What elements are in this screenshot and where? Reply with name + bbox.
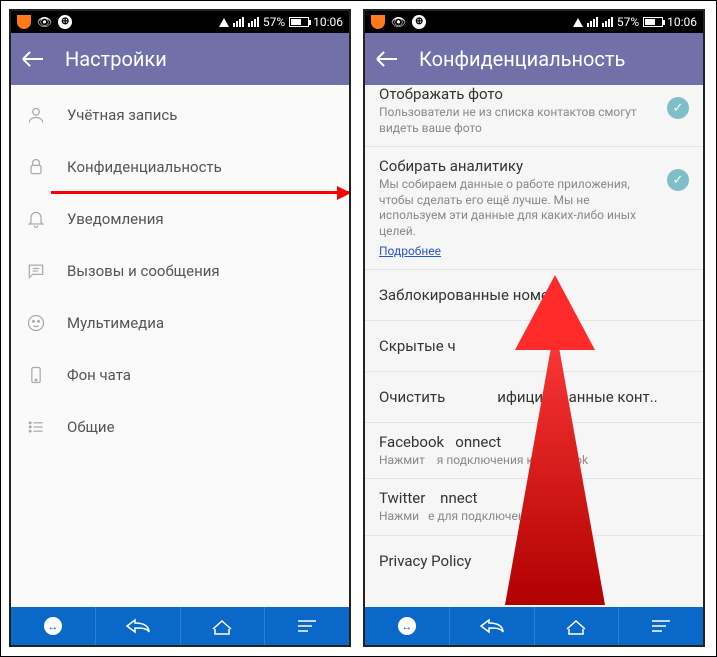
app-header: Конфиденциальность	[365, 33, 703, 85]
toggle-on-icon[interactable]: ✓	[667, 97, 689, 119]
phone-icon	[25, 364, 47, 386]
signal-icon	[233, 17, 244, 27]
setting-item-general[interactable]: Общие	[11, 401, 349, 453]
back-icon[interactable]	[377, 58, 397, 60]
page-title: Конфиденциальность	[419, 47, 625, 71]
battery-percent: 57%	[263, 15, 285, 29]
recent-key-icon	[650, 618, 672, 634]
teamviewer-icon: ↔	[398, 617, 416, 635]
shield-icon	[17, 15, 31, 29]
setting-label: Мультимедиа	[67, 314, 164, 332]
setting-label: Общие	[67, 418, 115, 436]
nav-recent[interactable]	[619, 607, 703, 645]
priv-title: Twitter nnect	[379, 489, 689, 507]
battery-icon	[289, 17, 309, 27]
nav-bar: ↔	[365, 607, 703, 645]
priv-item-analytics[interactable]: Собирать аналитику Мы собираем данные о …	[365, 147, 703, 269]
nav-back[interactable]	[450, 607, 535, 645]
setting-item-wallpaper[interactable]: Фон чата	[11, 349, 349, 401]
lock-icon	[25, 156, 47, 178]
setting-label: Уведомления	[67, 210, 164, 228]
nav-recent[interactable]	[265, 607, 349, 645]
setting-item-account[interactable]: Учётная запись	[11, 89, 349, 141]
nav-teamviewer[interactable]: ↔	[11, 607, 96, 645]
setting-label: Учётная запись	[67, 106, 177, 124]
triangle-icon	[573, 18, 583, 27]
clock: 10:06	[667, 15, 697, 29]
bell-icon	[25, 208, 47, 230]
person-icon	[25, 104, 47, 126]
back-icon[interactable]	[23, 58, 43, 60]
list-icon	[25, 416, 47, 438]
teamviewer-icon: ↔	[44, 617, 62, 635]
nav-back[interactable]	[96, 607, 181, 645]
priv-subtitle: Нажмит я подключения к Facebook	[379, 453, 689, 469]
setting-label: Фон чата	[67, 366, 131, 384]
phone-right: 👁 ⊕ 57% 10:06 Конфиденциальность Отображ…	[363, 9, 705, 647]
setting-label: Конфиденциальность	[67, 158, 222, 176]
setting-item-media[interactable]: Мультимедиа	[11, 297, 349, 349]
priv-item-facebook[interactable]: Facebook onnect Нажмит я подключения к F…	[365, 423, 703, 480]
shield-icon	[371, 15, 385, 29]
nav-home[interactable]	[181, 607, 266, 645]
app-header: Настройки	[11, 33, 349, 85]
status-bar: 👁 ⊕ 57% 10:06	[365, 11, 703, 33]
priv-title: Заблокированные номера	[379, 286, 566, 304]
priv-subtitle: Мы собираем данные о работе приложения, …	[379, 177, 657, 239]
page-title: Настройки	[65, 47, 167, 71]
home-key-icon	[210, 617, 234, 635]
recent-key-icon	[296, 618, 318, 634]
battery-percent: 57%	[617, 15, 639, 29]
face-icon	[25, 312, 47, 334]
setting-label: Вызовы и сообщения	[67, 262, 220, 280]
status-bar: 👁 ⊕ 57% 10:06	[11, 11, 349, 33]
signal-icon	[587, 17, 598, 27]
clock: 10:06	[313, 15, 343, 29]
home-key-icon	[564, 617, 588, 635]
back-key-icon	[477, 617, 507, 635]
nav-bar: ↔	[11, 607, 349, 645]
signal-icon-2	[602, 17, 613, 27]
back-key-icon	[123, 617, 153, 635]
priv-link[interactable]: Подробнее	[379, 244, 441, 258]
settings-list: Учётная запись Конфиденциальность Уведом…	[11, 85, 349, 607]
priv-item-show-photo[interactable]: Отображать фото Пользователи не из списк…	[365, 85, 703, 147]
toggle-on-icon[interactable]: ✓	[667, 169, 689, 191]
setting-item-notifications[interactable]: Уведомления	[11, 193, 349, 245]
priv-title: Скрытые ч	[379, 337, 456, 355]
priv-item-hidden[interactable]: Скрытые ч	[365, 321, 703, 372]
nav-teamviewer[interactable]: ↔	[365, 607, 450, 645]
priv-subtitle: Нажми е для подключения к Twitter	[379, 509, 689, 525]
priv-item-policy[interactable]: Privacy Policy	[365, 536, 703, 586]
battery-icon	[643, 17, 663, 27]
app-circle-icon: ⊕	[58, 15, 72, 29]
setting-item-privacy[interactable]: Конфиденциальность	[11, 141, 349, 193]
priv-item-twitter[interactable]: Twitter nnect Нажми е для подключения к …	[365, 479, 703, 536]
signal-icon-2	[248, 17, 259, 27]
priv-item-clear[interactable]: Очистить ифицированные конт..	[365, 372, 703, 423]
chat-icon	[25, 260, 47, 282]
phone-left: 👁 ⊕ 57% 10:06 Настройки Учётная	[9, 9, 351, 647]
priv-title: Privacy Policy	[379, 552, 471, 570]
eye-icon: 👁	[391, 15, 406, 29]
priv-title: Отображать фото	[379, 85, 657, 103]
eye-icon: 👁	[37, 15, 52, 29]
priv-title: Очистить ифицированные конт..	[379, 388, 658, 406]
priv-subtitle: Пользователи не из списка контактов смог…	[379, 105, 657, 136]
setting-item-calls[interactable]: Вызовы и сообщения	[11, 245, 349, 297]
priv-title: Собирать аналитику	[379, 157, 657, 175]
triangle-icon	[219, 18, 229, 27]
privacy-list: Отображать фото Пользователи не из списк…	[365, 85, 703, 607]
app-circle-icon: ⊕	[412, 15, 426, 29]
nav-home[interactable]	[535, 607, 620, 645]
priv-item-blocked[interactable]: Заблокированные номера	[365, 270, 703, 321]
priv-title: Facebook onnect	[379, 433, 689, 451]
